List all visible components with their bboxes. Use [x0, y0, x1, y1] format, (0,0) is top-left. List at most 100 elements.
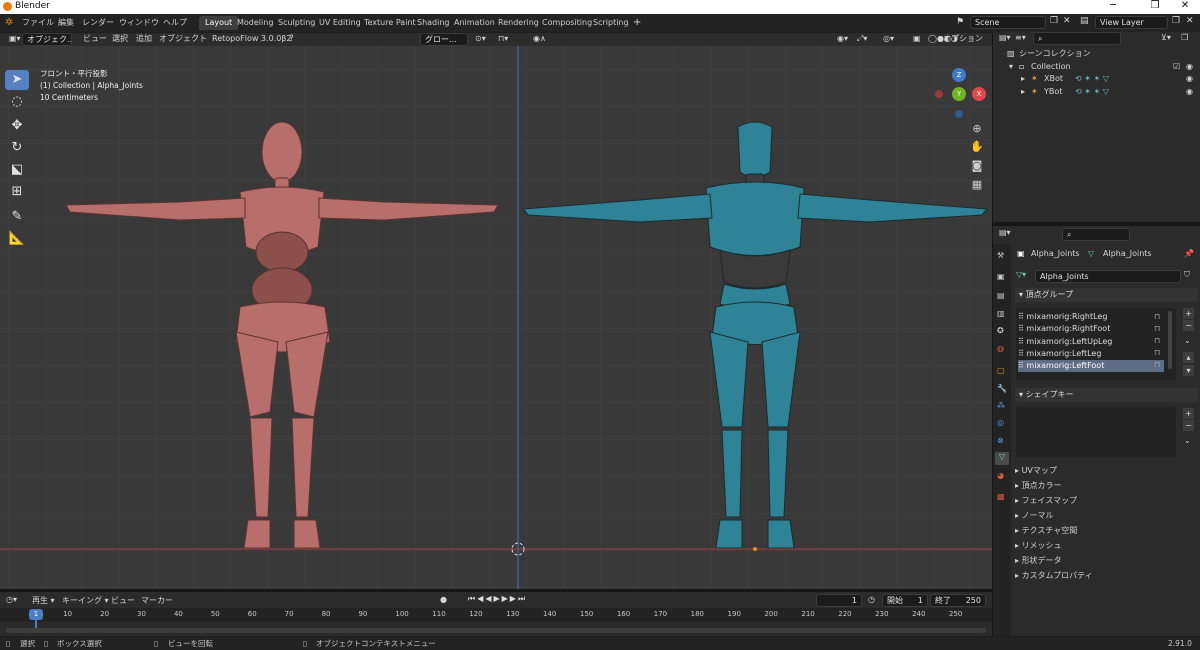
move-down-button[interactable]: ▾: [1183, 365, 1194, 376]
measure-tool-icon[interactable]: 📐: [5, 229, 29, 249]
record-icon[interactable]: ●: [440, 595, 447, 604]
eye-icon[interactable]: ◉: [1186, 61, 1193, 73]
preview-range-icon[interactable]: ◷: [868, 595, 875, 604]
data-tab-icon[interactable]: ▽: [995, 452, 1009, 465]
view-layer-tab-icon[interactable]: ▥: [997, 309, 1005, 318]
display-mode-icon[interactable]: ≡▾: [1015, 33, 1026, 42]
pin-icon[interactable]: 📌: [1184, 249, 1194, 258]
scene-tab-icon[interactable]: ✪: [997, 326, 1004, 335]
menu-select[interactable]: 選択: [109, 33, 131, 45]
material-tab-icon[interactable]: ◕: [997, 471, 1004, 480]
rotate-tool-icon[interactable]: ↻: [5, 138, 29, 158]
constraints-tab-icon[interactable]: ⊗: [997, 436, 1004, 445]
subpanel-face-maps[interactable]: ▸ フェイスマップ: [1015, 493, 1077, 508]
menu-add[interactable]: 追加: [133, 33, 155, 45]
gizmo-z-axis[interactable]: Z: [952, 68, 966, 82]
visibility-icon[interactable]: ◉▾: [834, 33, 851, 45]
timeline-scrollbar[interactable]: [6, 628, 986, 633]
gizmo-neg-z-axis[interactable]: [955, 110, 963, 118]
add-shape-key-button[interactable]: +: [1183, 408, 1194, 419]
outliner-row-collection[interactable]: ▾ ▫ Collection ☑ ◉: [993, 61, 1200, 73]
fake-user-icon[interactable]: ⛉: [1184, 270, 1190, 280]
view-layer-field[interactable]: View Layer: [1095, 16, 1168, 29]
menu-file[interactable]: ファイル: [22, 17, 54, 29]
vertex-group-item[interactable]: ⠿ mixamorig:LeftUpLeg: [1018, 336, 1164, 348]
add-vertex-group-button[interactable]: +: [1183, 308, 1194, 319]
current-frame-field[interactable]: 1: [816, 594, 862, 607]
transform-tool-icon[interactable]: ⊞: [5, 182, 29, 202]
particles-tab-icon[interactable]: ⁂: [997, 401, 1005, 410]
cursor-tool-icon[interactable]: ◌: [5, 92, 29, 112]
zoom-icon[interactable]: ⊕: [970, 122, 984, 135]
checkbox-icon[interactable]: ☑: [1173, 61, 1180, 73]
outliner-row-ybot[interactable]: ▸ ✶ YBot ⟲ ✶ ✶ ▽ ◉: [993, 86, 1200, 98]
eye-icon[interactable]: ◉: [1186, 73, 1193, 85]
move-tool-icon[interactable]: ✥: [5, 116, 29, 136]
maximize-button[interactable]: ❐: [1140, 0, 1170, 11]
retopoflow-menu[interactable]: RetopoFlow 3.0.0β2: [209, 33, 294, 45]
delete-view-layer-icon[interactable]: ✕: [1186, 16, 1194, 26]
menu-marker[interactable]: マーカー: [141, 595, 173, 606]
remove-vertex-group-button[interactable]: −: [1183, 320, 1194, 331]
vertex-group-item[interactable]: ⠿ mixamorig:RightLeg: [1018, 311, 1164, 323]
mesh-browse-icon[interactable]: ▽▾: [1016, 270, 1026, 279]
lock-icons[interactable]: ⊓ ⊓ ⊓ ⊓ ⊓: [1154, 311, 1160, 371]
modifier-tab-icon[interactable]: 🔧: [997, 384, 1007, 393]
specials-menu-icon[interactable]: ⌄: [1184, 336, 1191, 345]
outliner-row-scene-collection[interactable]: ▨ シーンコレクション: [993, 48, 1200, 60]
properties-editor-icon[interactable]: ▤▾: [999, 228, 1011, 237]
editor-type-icon[interactable]: ▣▾: [6, 33, 24, 45]
timeline-editor-icon[interactable]: ◷▾: [6, 595, 17, 604]
chevron-down-icon[interactable]: ▾: [1009, 61, 1013, 73]
subpanel-remesh[interactable]: ▸ リメッシュ: [1015, 538, 1062, 553]
filter-icon[interactable]: ⊻▾: [1161, 33, 1171, 42]
minimize-button[interactable]: ─: [1098, 0, 1128, 11]
object-tab-icon[interactable]: ▢: [997, 366, 1005, 375]
menu-object[interactable]: オブジェクト: [156, 33, 210, 45]
3d-viewport[interactable]: [0, 32, 992, 589]
frame-end-field[interactable]: 終了 250: [930, 594, 986, 607]
texture-tab-icon[interactable]: ▩: [997, 492, 1005, 501]
gizmo-neg-x-axis[interactable]: [935, 90, 943, 98]
subpanel-normals[interactable]: ▸ ノーマル: [1015, 508, 1054, 523]
shape-keys-list[interactable]: [1016, 407, 1176, 457]
menu-view[interactable]: ビュー: [80, 33, 110, 45]
shape-keys-panel-header[interactable]: ▾ シェイプキー: [1015, 388, 1198, 402]
menu-timeline-view[interactable]: ビュー: [111, 595, 135, 606]
vertex-groups-panel-header[interactable]: ▾ 頂点グループ: [1015, 288, 1198, 302]
vertex-group-item[interactable]: ⠿ mixamorig:RightFoot: [1018, 323, 1164, 335]
vertex-group-item-selected[interactable]: ⠿ mixamorig:LeftFoot: [1018, 360, 1164, 372]
outliner-row-xbot[interactable]: ▸ ✶ XBot ⟲ ✶ ✶ ▽ ◉: [993, 73, 1200, 85]
proportional-edit-icon[interactable]: ◉∧: [530, 33, 549, 45]
subpanel-uv-maps[interactable]: ▸ UVマップ: [1015, 463, 1057, 478]
camera-icon[interactable]: ◙: [970, 159, 984, 172]
properties-search-input[interactable]: ⌕: [1062, 228, 1130, 241]
menu-help[interactable]: ヘルプ: [163, 17, 187, 29]
overlay-toggle-icon[interactable]: ◎▾: [880, 33, 897, 45]
gizmo-x-axis[interactable]: X: [972, 87, 986, 101]
menu-edit[interactable]: 編集: [58, 17, 74, 29]
menu-playback[interactable]: 再生 ▾: [32, 595, 55, 606]
new-collection-icon[interactable]: ❐: [1181, 33, 1188, 42]
tool-tab-icon[interactable]: ⚒: [997, 251, 1004, 260]
menu-render[interactable]: レンダー: [82, 17, 114, 29]
subpanel-custom-properties[interactable]: ▸ カスタムプロパティ: [1015, 568, 1093, 583]
outliner-search-input[interactable]: ⌕: [1033, 32, 1121, 45]
mesh-data-name-field[interactable]: Alpha_Joints: [1035, 270, 1181, 283]
physics-tab-icon[interactable]: ◎: [997, 418, 1004, 427]
options-dropdown[interactable]: オプション: [940, 33, 986, 45]
menu-window[interactable]: ウィンドウ: [119, 17, 159, 29]
snap-icon[interactable]: ⊓▾: [495, 33, 511, 45]
xray-icon[interactable]: ▣: [910, 33, 924, 45]
new-scene-icon[interactable]: ❐: [1050, 16, 1058, 26]
menu-keying[interactable]: キーイング ▾: [62, 595, 109, 606]
mode-dropdown[interactable]: オブジェク...: [22, 33, 72, 46]
gizmo-toggle-icon[interactable]: ⤢▾: [854, 33, 870, 45]
annotate-tool-icon[interactable]: ✎: [5, 207, 29, 227]
playback-controls[interactable]: ⏮◀◀▶▶▶⏭: [468, 594, 527, 604]
pivot-icon[interactable]: ⊙▾: [472, 33, 489, 45]
scale-tool-icon[interactable]: ⬕: [5, 160, 29, 180]
eye-icon[interactable]: ◉: [1186, 86, 1193, 98]
shape-key-specials-icon[interactable]: ⌄: [1184, 436, 1191, 445]
frame-start-field[interactable]: 開始 1: [882, 594, 928, 607]
